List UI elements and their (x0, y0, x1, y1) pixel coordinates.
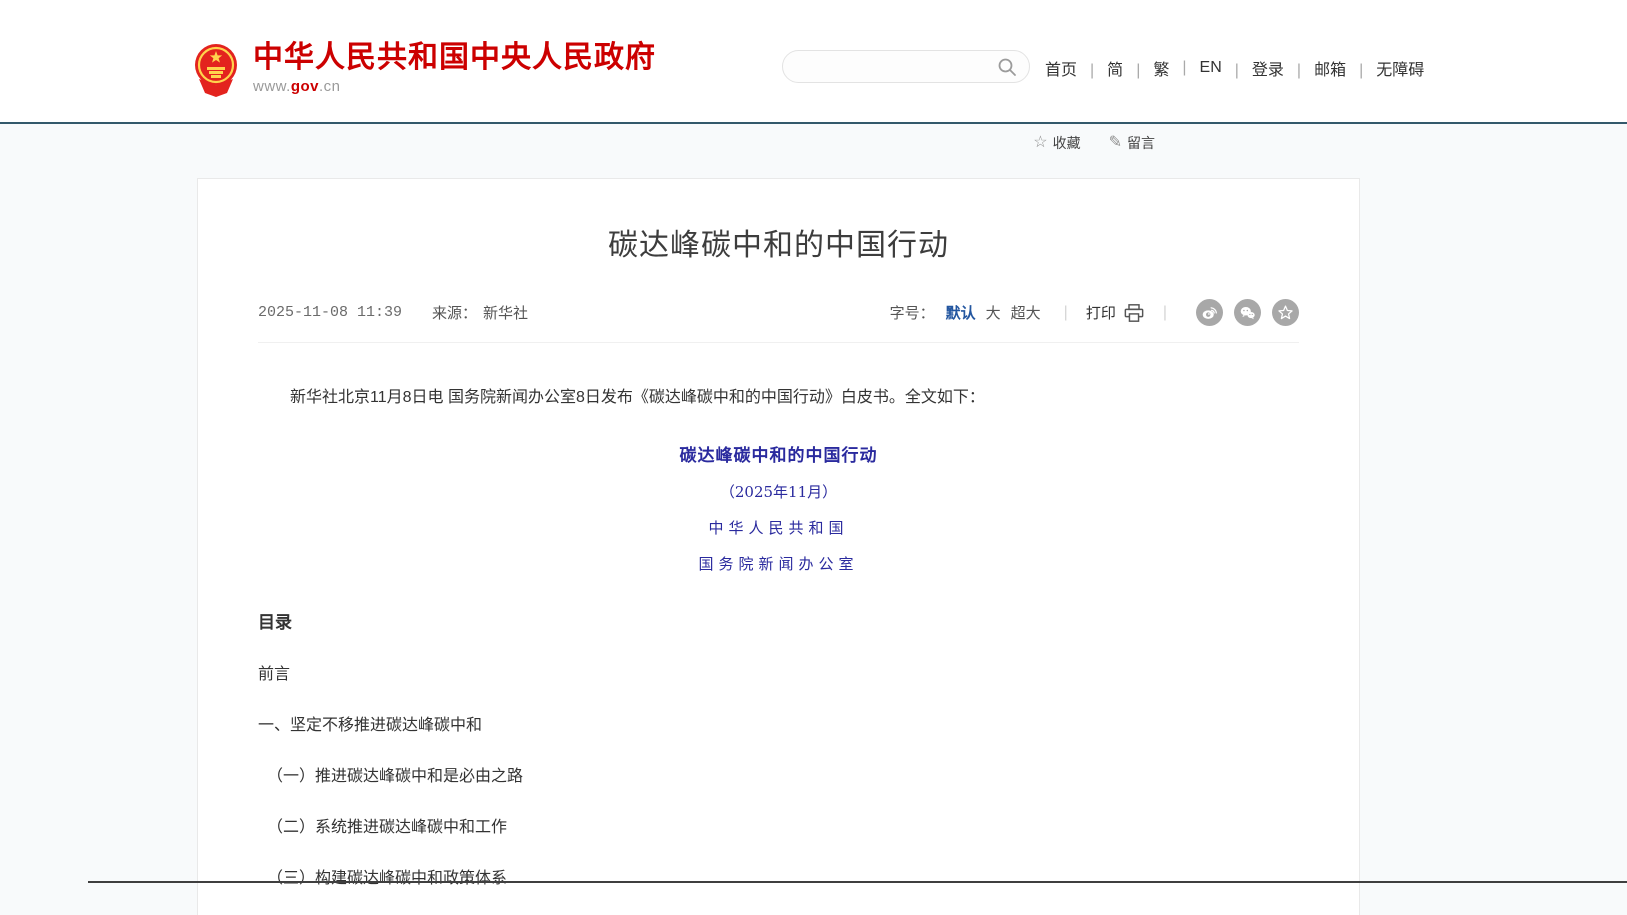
site-title: 中华人民共和国中央人民政府 (253, 41, 656, 75)
search-box (782, 50, 1030, 83)
site-header: 中华人民共和国中央人民政府 www.gov.cn 首页 简 繁 EN 登录 邮箱… (0, 0, 1627, 122)
top-nav: 首页 简 繁 EN 登录 邮箱 无障碍 (1045, 56, 1424, 80)
toc-item-1: 一、坚定不移推进碳达峰碳中和 (258, 711, 1299, 735)
search-icon[interactable] (997, 56, 1019, 78)
article-toolbar: 字号： 默认 大 超大 | 打印 | (890, 299, 1299, 326)
toc-heading: 目录 (258, 608, 1299, 633)
font-size-label: 字号： (890, 302, 935, 323)
print-label: 打印 (1086, 302, 1116, 323)
nav-login[interactable]: 登录 (1222, 56, 1284, 80)
nav-accessibility[interactable]: 无障碍 (1346, 56, 1424, 80)
actions-bar: ☆ 收藏 ✎ 留言 (197, 131, 1360, 155)
article-intro: 新华社北京11月8日电 国务院新闻办公室8日发布《碳达峰碳中和的中国行动》白皮书… (258, 385, 1299, 411)
toc-item-1-2: （二）系统推进碳达峰碳中和工作 (258, 813, 1299, 837)
comment-button[interactable]: ✎ 留言 (1109, 133, 1155, 153)
doc-title: 碳达峰碳中和的中国行动 (258, 441, 1299, 466)
national-emblem-icon (193, 41, 239, 97)
share-icons (1185, 299, 1299, 326)
site-url: www.gov.cn (253, 78, 656, 95)
weibo-icon[interactable] (1196, 299, 1223, 326)
toolbar-divider: | (1064, 304, 1068, 322)
doc-org-line2: 国务院新闻办公室 (258, 553, 1299, 574)
toolbar-divider: | (1163, 304, 1167, 322)
doc-date: （2025年11月） (258, 481, 1299, 502)
footer-top-border (88, 881, 1627, 883)
font-size-default[interactable]: 默认 (946, 302, 976, 323)
font-size-large[interactable]: 大 (986, 302, 1001, 323)
qzone-star-icon[interactable] (1272, 299, 1299, 326)
print-button[interactable]: 打印 (1086, 302, 1145, 323)
toc-item-1-3: （三）构建碳达峰碳中和政策体系 (258, 864, 1299, 888)
star-icon: ☆ (1033, 135, 1047, 151)
article-card: 碳达峰碳中和的中国行动 2025-11-08 11:39 来源： 新华社 字号：… (197, 178, 1360, 915)
toc-item-1-1: （一）推进碳达峰碳中和是必由之路 (258, 762, 1299, 786)
source-label: 来源： (432, 302, 477, 323)
article-date: 2025-11-08 11:39 (258, 304, 402, 321)
font-size-xlarge[interactable]: 超大 (1011, 302, 1041, 323)
nav-traditional[interactable]: 繁 (1123, 56, 1169, 80)
wechat-icon[interactable] (1234, 299, 1261, 326)
doc-heading-block: 碳达峰碳中和的中国行动 （2025年11月） 中华人民共和国 国务院新闻办公室 (258, 441, 1299, 574)
favorite-button[interactable]: ☆ 收藏 (1033, 133, 1080, 153)
nav-english[interactable]: EN (1169, 59, 1221, 77)
comment-label: 留言 (1127, 133, 1155, 153)
nav-home[interactable]: 首页 (1045, 56, 1077, 80)
printer-icon (1123, 303, 1145, 323)
toc-item-preface: 前言 (258, 660, 1299, 684)
nav-simplified[interactable]: 简 (1077, 56, 1123, 80)
source-value: 新华社 (483, 302, 528, 323)
article-meta-row: 2025-11-08 11:39 来源： 新华社 字号： 默认 大 超大 | 打… (258, 299, 1299, 343)
article-title: 碳达峰碳中和的中国行动 (258, 227, 1299, 265)
site-logo[interactable]: 中华人民共和国中央人民政府 www.gov.cn (193, 41, 656, 97)
article-meta-left: 2025-11-08 11:39 来源： 新华社 (258, 302, 528, 323)
page: 中华人民共和国中央人民政府 www.gov.cn 首页 简 繁 EN 登录 邮箱… (0, 0, 1627, 915)
nav-mail[interactable]: 邮箱 (1284, 56, 1346, 80)
search-input[interactable] (799, 59, 997, 75)
favorite-label: 收藏 (1053, 133, 1081, 153)
pencil-icon: ✎ (1109, 135, 1122, 151)
doc-org-line1: 中华人民共和国 (258, 517, 1299, 538)
site-text: 中华人民共和国中央人民政府 www.gov.cn (253, 41, 656, 95)
